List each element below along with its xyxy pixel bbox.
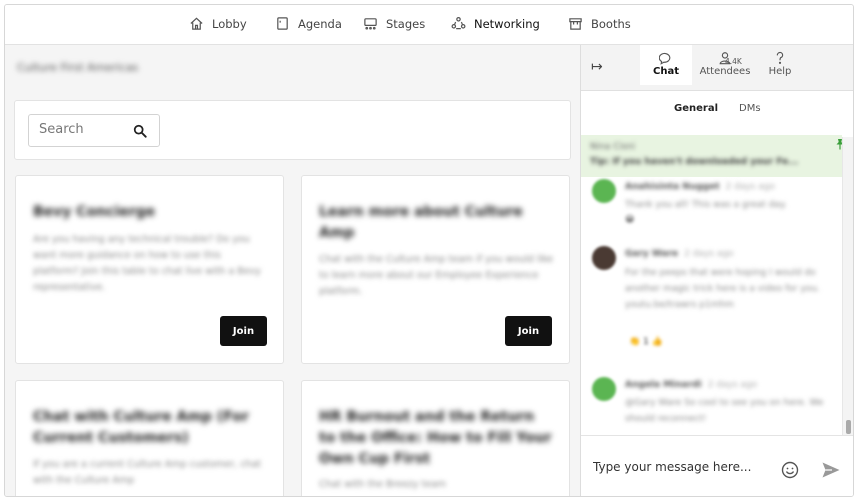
nav-stages[interactable]: Stages (363, 16, 425, 31)
nav-agenda[interactable]: Agenda (275, 16, 342, 31)
avatar[interactable] (592, 377, 616, 401)
card-description: Chat with the Culture Amp team if you wo… (319, 254, 554, 297)
message-author: Anahisinta Nugget (625, 182, 720, 192)
join-button[interactable]: Join (505, 316, 552, 346)
message-composer (581, 435, 853, 496)
card-title: HR Burnout and the Return to the Office:… (319, 409, 552, 467)
message-reaction[interactable]: 👏 1 👍 (629, 337, 663, 347)
nav-networking-label: Networking (474, 16, 540, 31)
tab-chat[interactable]: Chat (640, 45, 692, 85)
tab-help[interactable]: Help (754, 51, 806, 77)
pinned-text: Tip: If you haven't downloaded your Fe..… (590, 157, 799, 167)
card-title: Chat with Culture Amp (For Current Custo… (33, 409, 249, 446)
nav-lobby[interactable]: Lobby (189, 16, 247, 31)
card-description: Chat with the Breezy team (319, 479, 447, 490)
message-author: Gary Ware (625, 249, 679, 259)
message-author: Angela Minardi (625, 380, 702, 390)
table-card: Bevy Concierge Are you having any techni… (15, 175, 284, 364)
networking-icon (451, 16, 466, 30)
avatar[interactable] (592, 246, 616, 270)
chat-scrollbar[interactable] (842, 137, 853, 437)
subtab-dms[interactable]: DMs (739, 103, 761, 114)
table-card: Learn more about Culture Amp Chat with t… (301, 175, 570, 364)
nav-lobby-label: Lobby (212, 16, 247, 31)
message-meta: Angela Minardi 2 days ago (625, 380, 757, 390)
message-meta: Anahisinta Nugget 2 days ago (625, 182, 775, 192)
search-input[interactable] (39, 122, 127, 137)
booths-icon (569, 18, 582, 30)
message-text: Thank you all! This was a great day. (625, 200, 787, 210)
pinned-author: Nina Cisni (590, 142, 635, 152)
search-icon[interactable] (133, 124, 147, 138)
tab-attendees-label: Attendees (699, 66, 751, 77)
nav-stages-label: Stages (386, 16, 426, 31)
card-description: Are you having any technical trouble? Do… (33, 234, 261, 293)
pinned-message[interactable]: Nina Cisni Tip: If you haven't downloade… (581, 135, 842, 177)
avatar[interactable] (592, 179, 616, 203)
chat-scrollbar-thumb[interactable] (846, 420, 851, 434)
message-text: @Gary Ware So cool to see you on here. W… (625, 398, 824, 424)
message-meta: Gary Ware 2 days ago (625, 249, 734, 259)
chat-subtabs: General DMs (581, 97, 853, 123)
tab-help-label: Help (768, 66, 792, 77)
message-reaction[interactable]: 😀 (625, 215, 634, 225)
networking-area: Culture First Americas Bevy Concierge Ar… (5, 45, 580, 496)
message-input[interactable] (593, 460, 768, 474)
nav-agenda-label: Agenda (298, 16, 342, 31)
attendee-count: 4.4K (725, 57, 742, 66)
table-card: Chat with Culture Amp (For Current Custo… (15, 380, 284, 496)
nav-booths-label: Booths (591, 16, 631, 31)
chat-bubble-icon (659, 52, 671, 65)
card-title: Learn more about Culture Amp (319, 204, 523, 241)
help-icon (776, 51, 784, 64)
send-icon[interactable] (821, 461, 841, 479)
stages-icon (364, 18, 377, 30)
search-panel (14, 100, 571, 160)
nav-networking[interactable]: Networking (451, 16, 540, 31)
message-list: Anahisinta Nugget 2 days ago Thank you al… (581, 177, 842, 435)
tab-attendees[interactable]: 4.4K Attendees (695, 51, 755, 77)
message-time: 2 days ago (707, 380, 758, 390)
chat-tabbar: ↦ Chat 4.4K Attendees Help (581, 45, 853, 91)
agenda-icon (277, 17, 288, 30)
app-window: Lobby Agenda Stages Networking Booths Cu… (4, 4, 854, 497)
message-time: 2 days ago (684, 249, 734, 259)
home-icon (190, 17, 203, 30)
nav-booths[interactable]: Booths (568, 16, 631, 31)
message-text: For the peeps that were hoping I would d… (625, 268, 820, 310)
event-title: Culture First Americas (17, 61, 139, 74)
message-time: 2 days ago (725, 182, 775, 192)
table-card: HR Burnout and the Return to the Office:… (301, 380, 570, 496)
card-title: Bevy Concierge (33, 204, 156, 220)
subtab-general[interactable]: General (674, 103, 718, 114)
chat-panel: ↦ Chat 4.4K Attendees Help General DMs N… (580, 45, 853, 496)
tab-chat-label: Chat (653, 66, 679, 77)
top-navigation: Lobby Agenda Stages Networking Booths (5, 5, 853, 45)
collapse-panel-icon[interactable]: ↦ (591, 59, 603, 75)
join-button[interactable]: Join (220, 316, 267, 346)
card-description: If you are a current Culture Amp custome… (33, 459, 262, 486)
search-box[interactable] (28, 114, 160, 147)
emoji-icon[interactable] (781, 461, 799, 479)
